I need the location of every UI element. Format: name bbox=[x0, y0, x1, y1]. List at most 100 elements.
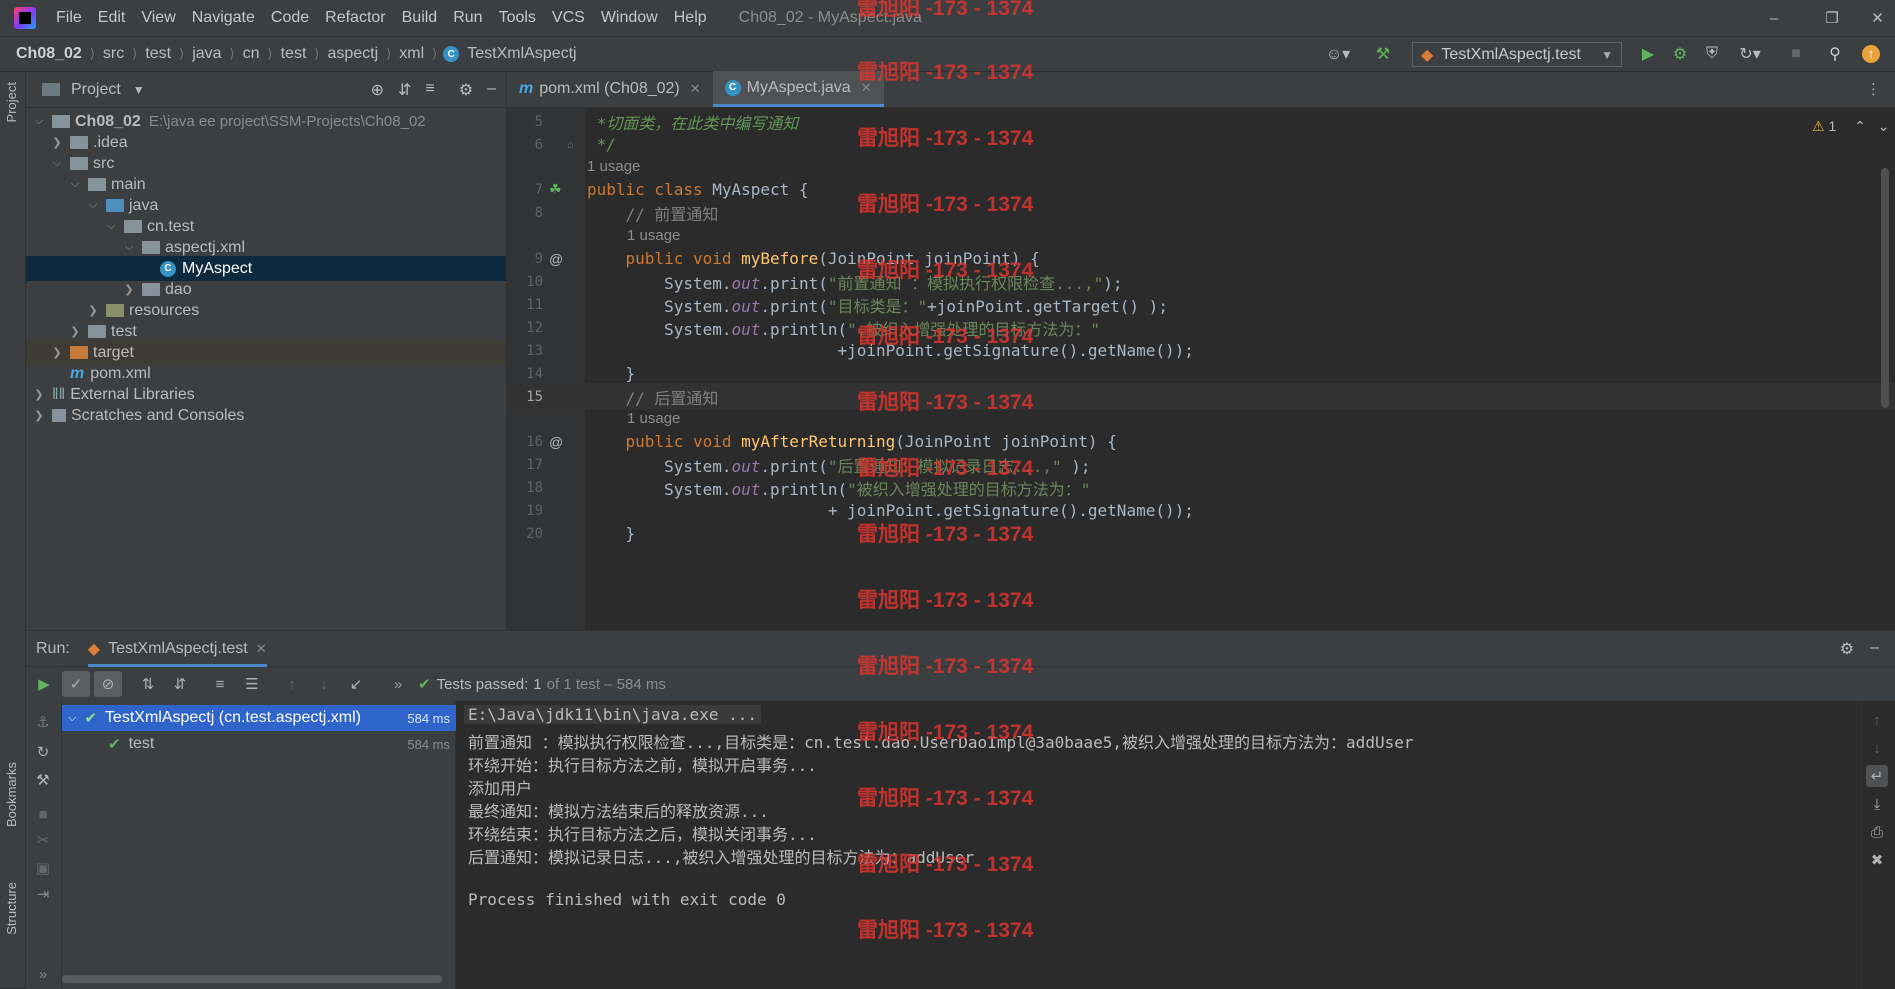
search-icon[interactable]: ⚲ bbox=[1820, 36, 1850, 72]
user-icon[interactable]: ☺▾ bbox=[1320, 36, 1356, 72]
menu-run[interactable]: Run bbox=[445, 9, 490, 27]
breadcrumb-item[interactable]: xml bbox=[397, 45, 426, 63]
tab-pom-xml[interactable]: m pom.xml (Ch08_02) ✕ bbox=[507, 71, 713, 107]
menu-file[interactable]: File bbox=[48, 9, 90, 27]
chevron-down-icon[interactable]: ▼ bbox=[133, 83, 145, 97]
locate-icon[interactable]: ⊕ bbox=[371, 80, 384, 100]
camera-icon[interactable]: ▣ bbox=[32, 857, 54, 879]
sort-alpha-icon[interactable]: ⇅ bbox=[134, 671, 162, 697]
show-passed-icon[interactable]: ✓ bbox=[62, 671, 90, 697]
code-editor[interactable]: m pom.xml (Ch08_02) ✕ C MyAspect.java ✕ ⋮ 5 … bbox=[507, 71, 1895, 630]
menu-view[interactable]: View bbox=[133, 9, 183, 27]
menu-refactor[interactable]: Refactor bbox=[317, 9, 393, 27]
menu-code[interactable]: Code bbox=[263, 9, 317, 27]
usage-hint[interactable]: 1 usage bbox=[627, 227, 680, 244]
restore-icon[interactable]: ❐ bbox=[1804, 0, 1860, 36]
breadcrumb-item[interactable]: cn bbox=[241, 45, 262, 63]
breadcrumb-item[interactable]: aspectj bbox=[325, 45, 380, 63]
breadcrumb-item[interactable]: test bbox=[279, 45, 309, 63]
test-suite-row[interactable]: ⌵ ✔ TestXmlAspectj (cn.test.aspectj.xml)… bbox=[62, 705, 456, 731]
chevron-down-icon[interactable]: ⌄ bbox=[1878, 118, 1890, 134]
profile-icon[interactable]: ↻▾ bbox=[1730, 36, 1770, 72]
test-case-row[interactable]: ✔ test 584 ms bbox=[62, 731, 456, 757]
breadcrumb-item[interactable]: TestXmlAspectj bbox=[465, 45, 578, 63]
more-icon[interactable]: » bbox=[384, 671, 412, 697]
hide-icon[interactable]: – bbox=[1870, 639, 1879, 659]
bookmarks-tool-tab[interactable]: Bookmarks bbox=[4, 762, 19, 827]
close-tab-icon[interactable]: ✕ bbox=[690, 81, 701, 97]
debug-icon[interactable]: ⚙ bbox=[1666, 36, 1694, 72]
stop-icon[interactable]: ■ bbox=[1782, 36, 1810, 72]
breadcrumb-item[interactable]: test bbox=[143, 45, 173, 63]
next-failed-icon[interactable]: ↓ bbox=[310, 671, 338, 697]
menu-navigate[interactable]: Navigate bbox=[184, 9, 263, 27]
module-folder-icon bbox=[52, 115, 70, 128]
minimize-icon[interactable]: – bbox=[1746, 0, 1802, 36]
spring-bean-icon[interactable]: ☘ bbox=[549, 181, 562, 198]
trash-icon[interactable]: ✖ bbox=[1866, 849, 1888, 871]
menu-help[interactable]: Help bbox=[666, 9, 715, 27]
menu-window[interactable]: Window bbox=[593, 9, 666, 27]
expand-all-icon[interactable]: ⇵ bbox=[398, 80, 411, 100]
run-config-select[interactable]: ◆ TestXmlAspectj.test ▼ bbox=[1412, 42, 1622, 67]
rerun-icon[interactable]: ▶ bbox=[30, 671, 58, 697]
run-icon[interactable]: ▶ bbox=[1634, 36, 1662, 72]
more-tabs-icon[interactable]: ⋮ bbox=[1866, 80, 1881, 98]
gear-icon[interactable]: ⚙ bbox=[459, 80, 473, 100]
line-number: 11 bbox=[526, 296, 543, 313]
exit-icon[interactable]: ⇥ bbox=[32, 883, 54, 905]
expand-all-icon[interactable]: ≡ bbox=[206, 671, 234, 697]
inspection-widget[interactable]: ⚠ 1 ⌃ ⌄ bbox=[1812, 118, 1890, 135]
project-tool-tab[interactable]: Project bbox=[4, 82, 19, 122]
run-tab[interactable]: ◆ TestXmlAspectj.test ✕ bbox=[87, 631, 267, 667]
pin-icon[interactable]: ⚓ bbox=[32, 711, 54, 733]
structure-tool-tab[interactable]: Structure bbox=[4, 882, 19, 935]
hide-icon[interactable]: – bbox=[487, 80, 496, 100]
tree-item-label: pom.xml bbox=[90, 364, 151, 382]
breadcrumb-item[interactable]: Ch08_02 bbox=[14, 45, 84, 63]
import-tests-icon[interactable]: ↙ bbox=[342, 671, 370, 697]
prev-failed-icon[interactable]: ↑ bbox=[278, 671, 306, 697]
usage-hint[interactable]: 1 usage bbox=[587, 158, 640, 175]
editor-scrollbar[interactable] bbox=[1881, 168, 1889, 408]
fold-icon[interactable]: ⌂ bbox=[567, 139, 574, 151]
gear-icon[interactable]: ⚙ bbox=[1840, 639, 1854, 659]
chevron-up-icon[interactable]: ⌃ bbox=[1854, 118, 1866, 134]
test-config-icon: ◆ bbox=[1421, 46, 1434, 64]
usage-hint[interactable]: 1 usage bbox=[627, 410, 680, 427]
soft-wrap-icon[interactable]: ↵ bbox=[1866, 765, 1888, 787]
annotation-icon[interactable]: @ bbox=[549, 251, 563, 267]
close-tab-icon[interactable]: ✕ bbox=[256, 641, 267, 657]
updates-icon[interactable]: ↑ bbox=[1856, 36, 1886, 72]
close-window-icon[interactable]: ✕ bbox=[1860, 0, 1895, 36]
menu-tools[interactable]: Tools bbox=[491, 9, 544, 27]
breadcrumb-item[interactable]: java bbox=[190, 45, 223, 63]
menu-edit[interactable]: Edit bbox=[90, 9, 134, 27]
collapse-all-icon[interactable]: ≡ bbox=[425, 80, 434, 100]
print-icon[interactable]: ⎙ bbox=[1866, 821, 1888, 843]
toggle-auto-test-icon[interactable]: ↻ bbox=[32, 741, 54, 763]
build-hammer-icon[interactable]: ⚒ bbox=[1368, 36, 1398, 72]
watermark: 雷旭阳 -173 - 1374 bbox=[857, 523, 1034, 546]
console-output[interactable]: E:\Java\jdk11\bin\java.exe ... 前置通知 ：模拟执… bbox=[456, 701, 1856, 989]
menu-build[interactable]: Build bbox=[394, 9, 446, 27]
wrench-icon[interactable]: ⚒ bbox=[32, 769, 54, 791]
breadcrumb-item[interactable]: src bbox=[101, 45, 126, 63]
collapse-all-icon[interactable]: ☰ bbox=[238, 671, 266, 697]
show-ignored-icon[interactable]: ⊘ bbox=[94, 671, 122, 697]
chevron-down-icon[interactable]: ⌵ bbox=[68, 712, 76, 725]
test-name: TestXmlAspectj (cn.test.aspectj.xml) bbox=[104, 709, 361, 726]
stop-icon[interactable]: ■ bbox=[32, 803, 54, 825]
sort-duration-icon[interactable]: ⇵ bbox=[166, 671, 194, 697]
project-panel-title[interactable]: Project bbox=[71, 81, 121, 99]
scroll-to-end-icon[interactable]: ⤓ bbox=[1866, 793, 1888, 815]
scroll-up-icon[interactable]: ↑ bbox=[1866, 709, 1888, 731]
more-icon[interactable]: » bbox=[32, 963, 54, 985]
dump-threads-icon[interactable]: ✂ bbox=[32, 829, 54, 851]
tree-item-scratches[interactable]: ❯ Scratches and Consoles bbox=[26, 403, 506, 428]
coverage-icon[interactable]: ⛨ bbox=[1698, 36, 1726, 72]
annotation-icon[interactable]: @ bbox=[549, 434, 563, 450]
horizontal-scrollbar[interactable] bbox=[62, 975, 442, 983]
menu-vcs[interactable]: VCS bbox=[544, 9, 593, 27]
scroll-down-icon[interactable]: ↓ bbox=[1866, 737, 1888, 759]
